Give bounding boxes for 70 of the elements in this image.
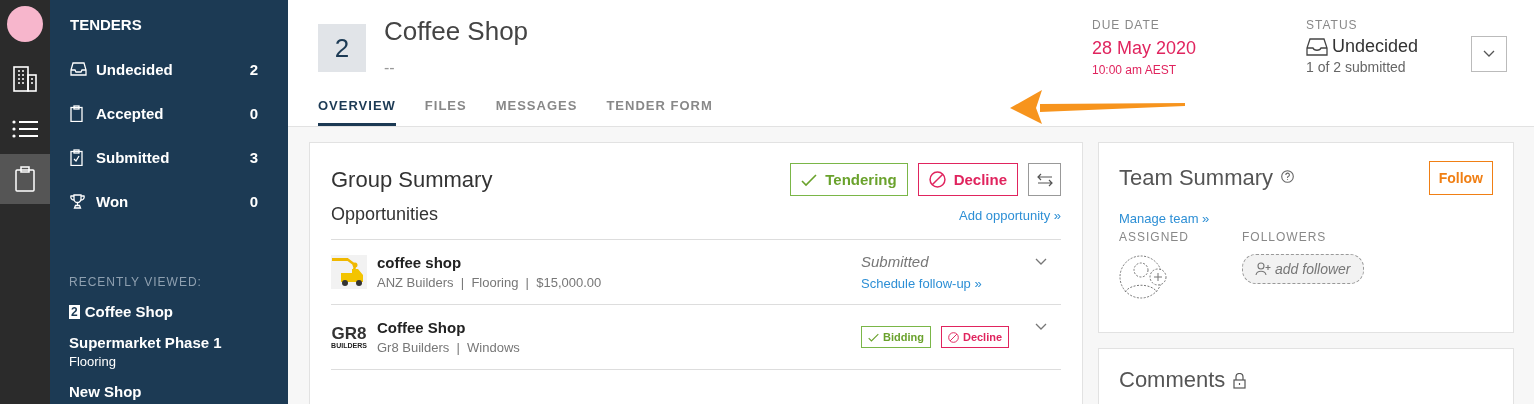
- list-icon: [12, 120, 38, 138]
- card-title: Group Summary: [331, 166, 494, 193]
- add-follower-button[interactable]: add follower: [1242, 254, 1364, 284]
- schedule-link[interactable]: Schedule follow-up »: [861, 276, 1021, 291]
- truck-icon: [331, 255, 367, 289]
- check-icon: [801, 171, 818, 188]
- section-heading: RECENTLY VIEWED:: [69, 275, 203, 289]
- tab[interactable]: OVERVIEW: [318, 97, 396, 126]
- sidebar-item[interactable]: Accepted: [96, 104, 250, 122]
- decline-button[interactable]: Decline: [940, 326, 1010, 348]
- status-detail: 1 of 2 submitted: [1306, 59, 1407, 75]
- inbox-icon: [70, 62, 87, 76]
- opportunity-name[interactable]: Coffee Shop: [377, 319, 861, 336]
- item-count: 3: [249, 148, 258, 166]
- sidebar-item[interactable]: Undecided: [96, 60, 250, 78]
- clipboard-icon: [15, 166, 35, 192]
- recent-item[interactable]: Coffee Shop: [84, 303, 174, 320]
- buildings-icon: [13, 66, 37, 92]
- chevron-down-icon: [1483, 50, 1495, 58]
- recent-item[interactable]: New Shop: [69, 383, 142, 400]
- item-count: 0: [249, 104, 258, 122]
- sidebar-title: TENDERS: [70, 16, 143, 33]
- follow-button[interactable]: Follow: [1428, 161, 1493, 195]
- chevron-down-icon[interactable]: [1035, 323, 1047, 331]
- section-heading: Opportunities: [331, 204, 440, 225]
- field-label: ASSIGNED: [1119, 230, 1190, 244]
- opportunity-name[interactable]: coffee shop: [377, 254, 861, 271]
- recent-item-subtitle: Flooring: [69, 354, 117, 369]
- due-time: 10:00 am AEST: [1092, 63, 1178, 77]
- status-label: Submitted: [861, 253, 930, 270]
- prohibited-icon: [947, 331, 959, 343]
- tab[interactable]: TENDER FORM: [606, 97, 713, 126]
- number-badge: 2: [318, 24, 366, 72]
- tendering-button[interactable]: Tendering: [790, 163, 908, 196]
- field-label: STATUS: [1306, 18, 1359, 32]
- sidebar-item[interactable]: Submitted: [96, 148, 250, 166]
- item-count: 2: [249, 60, 258, 78]
- decline-button[interactable]: Decline: [917, 163, 1018, 196]
- opportunity-details: ANZ Builders | Flooring | $15,000.00: [377, 275, 603, 290]
- bidding-button[interactable]: Bidding: [861, 326, 931, 348]
- sidebar-item[interactable]: Won: [96, 192, 250, 210]
- add-opportunity-link[interactable]: Add opportunity »: [959, 208, 1061, 223]
- check-icon: [868, 331, 879, 343]
- tab[interactable]: FILES: [424, 97, 467, 126]
- page-subtitle: --: [384, 59, 396, 77]
- chevron-down-icon[interactable]: [1035, 258, 1047, 266]
- field-label: FOLLOWERS: [1242, 230, 1328, 244]
- trophy-icon: [70, 193, 85, 209]
- page-title: Coffee Shop: [384, 16, 530, 47]
- item-count: 0: [249, 192, 258, 210]
- opportunity-details: Gr8 Builders | Windows: [377, 340, 521, 355]
- user-avatar[interactable]: [7, 6, 43, 42]
- due-date: 28 May 2020: [1092, 38, 1198, 59]
- lock-icon: [1233, 373, 1247, 389]
- swap-button[interactable]: [1028, 163, 1061, 196]
- status-value: Undecided: [1332, 36, 1419, 57]
- swap-icon: [1036, 172, 1053, 187]
- manage-team-link[interactable]: Manage team »: [1119, 211, 1493, 226]
- tab[interactable]: MESSAGES: [495, 97, 578, 126]
- clipboard-icon: [70, 104, 83, 122]
- field-label: DUE DATE: [1092, 18, 1161, 32]
- inbox-icon: [1306, 37, 1328, 56]
- card-title: Team Summary: [1119, 165, 1274, 191]
- number-badge: 2: [69, 304, 80, 319]
- clipboard-check-icon: [70, 148, 83, 166]
- card-title: Comments: [1119, 367, 1226, 393]
- add-user-icon: [1255, 262, 1271, 276]
- recent-item[interactable]: Supermarket Phase 1: [69, 334, 222, 351]
- prohibited-icon: [928, 171, 946, 188]
- help-icon[interactable]: [1281, 170, 1295, 183]
